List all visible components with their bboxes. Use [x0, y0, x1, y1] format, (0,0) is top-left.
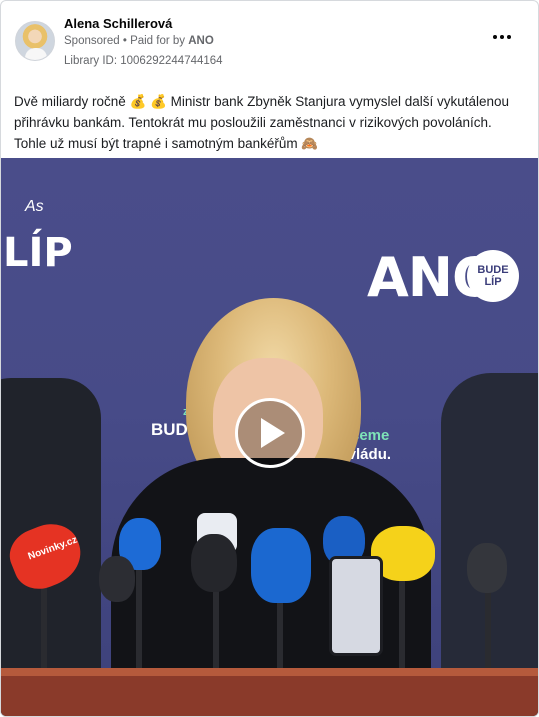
microphone-dark: [191, 534, 237, 592]
video-player[interactable]: As LÍP ANO BUDE LÍP zr BUDE Chceme ší vl…: [1, 158, 538, 716]
post-text-line: Dvě miliardy ročně 💰 💰 Ministr bank Zbyn…: [14, 94, 510, 109]
post-text-line: Tohle už musí být trapné i samotným bank…: [14, 136, 319, 151]
post-header: Alena Schillerová Sponsored • Paid for b…: [13, 13, 526, 73]
meta-separator: •: [122, 35, 127, 47]
badge-line-1: BUDE: [477, 264, 509, 276]
author-name[interactable]: Alena Schillerová: [64, 16, 172, 31]
backdrop-text-small: As: [25, 198, 44, 215]
backdrop-text-left: LÍP: [3, 230, 73, 276]
sponsored-meta: Sponsored • Paid for by ANO: [64, 35, 214, 47]
smartphone-recording: [329, 556, 383, 656]
more-options-icon[interactable]: [490, 27, 514, 47]
post-text: Dvě miliardy ročně 💰 💰 Ministr bank Zbyn…: [14, 91, 529, 154]
ad-post-card: Alena Schillerová Sponsored • Paid for b…: [0, 0, 539, 717]
paid-for-name[interactable]: ANO: [188, 35, 214, 47]
paid-for-label: Paid for by: [130, 35, 186, 47]
bude-lip-badge: BUDE LÍP: [467, 250, 519, 302]
author-avatar[interactable]: [15, 21, 55, 61]
microphone-dark: [99, 556, 135, 602]
post-text-line: přihrávku bankám. Tentokrát mu posloužil…: [14, 115, 492, 130]
badge-line-2: LÍP: [484, 276, 502, 288]
sponsored-label: Sponsored: [64, 35, 120, 47]
play-icon[interactable]: [235, 398, 305, 468]
microphone-dark: [467, 543, 507, 593]
microphone-blue: [251, 528, 311, 603]
table: [1, 676, 538, 716]
library-id: Library ID: 1006292244744164: [64, 55, 223, 67]
